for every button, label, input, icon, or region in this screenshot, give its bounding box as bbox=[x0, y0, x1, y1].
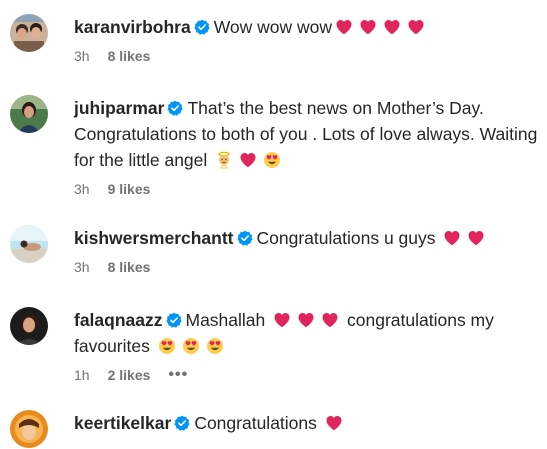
red-heart-icon bbox=[325, 414, 343, 432]
comment-username[interactable]: karanvirbohra bbox=[74, 17, 191, 37]
heart-eyes-icon bbox=[263, 151, 281, 169]
comment-username[interactable]: juhiparmar bbox=[74, 98, 164, 118]
avatar[interactable] bbox=[10, 410, 48, 448]
verified-badge-icon bbox=[194, 19, 210, 35]
red-heart-icon bbox=[273, 311, 291, 329]
red-heart-icon bbox=[321, 311, 339, 329]
avatar[interactable] bbox=[10, 225, 48, 263]
comment-username[interactable]: kishwersmerchantt bbox=[74, 228, 234, 248]
comment-timestamp[interactable]: 1h bbox=[74, 366, 90, 384]
verified-badge-icon bbox=[236, 230, 253, 246]
comment-text: Congratulations bbox=[194, 413, 322, 433]
red-heart-icon bbox=[443, 229, 461, 247]
heart-eyes-icon bbox=[158, 337, 176, 355]
comment-timestamp[interactable]: 3h bbox=[74, 47, 90, 65]
verified-badge-icon bbox=[165, 312, 182, 328]
comment-likes-count[interactable]: 9 likes bbox=[108, 180, 151, 198]
avatar[interactable] bbox=[10, 307, 48, 345]
verified-badge-icon bbox=[174, 415, 190, 431]
heart-eyes-icon bbox=[182, 337, 200, 355]
more-options-icon[interactable]: ••• bbox=[168, 366, 188, 384]
avatar[interactable] bbox=[10, 95, 48, 133]
comment-likes-count[interactable]: 2 likes bbox=[108, 366, 151, 384]
red-heart-icon bbox=[383, 18, 401, 36]
comment-text: Mashallah bbox=[185, 310, 271, 330]
red-heart-icon bbox=[407, 18, 425, 36]
red-heart-icon bbox=[359, 18, 377, 36]
red-heart-icon bbox=[467, 229, 485, 247]
red-heart-icon bbox=[239, 151, 257, 169]
heart-eyes-icon bbox=[206, 337, 224, 355]
avatar[interactable] bbox=[10, 14, 48, 52]
comment-text: Wow wow wow bbox=[213, 17, 333, 37]
comment-timestamp[interactable]: 3h bbox=[74, 258, 90, 276]
comment-likes-count[interactable]: 8 likes bbox=[108, 258, 151, 276]
comment-likes-count[interactable]: 8 likes bbox=[108, 47, 151, 65]
comment-timestamp[interactable]: 3h bbox=[74, 180, 90, 198]
red-heart-icon bbox=[335, 18, 353, 36]
red-heart-icon bbox=[297, 311, 315, 329]
verified-badge-icon bbox=[167, 100, 184, 116]
comment-username[interactable]: falaqnaazz bbox=[74, 310, 163, 330]
comment-username[interactable]: keertikelkar bbox=[74, 413, 171, 433]
baby-angel-icon bbox=[215, 151, 233, 169]
comment-text: Congratulations u guys bbox=[256, 228, 441, 248]
